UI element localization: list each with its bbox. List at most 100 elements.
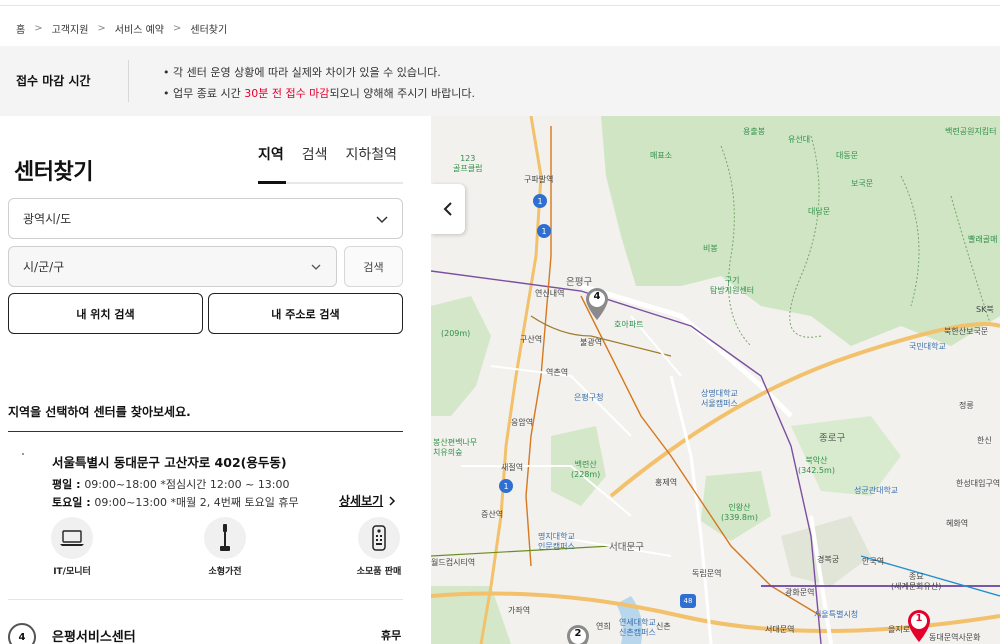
map-label: 경복궁 <box>817 555 840 564</box>
map-label: 호아파트 <box>614 320 644 329</box>
map-label: 은평구청 <box>574 393 604 402</box>
notice-line-1: • 각 센터 운영 상황에 따라 실제와 차이가 있을 수 있습니다. <box>163 64 441 80</box>
map-label: 보국문 <box>851 179 874 188</box>
map-label: 상명대학교 서울캠퍼스 <box>701 389 738 408</box>
chevron-right-icon <box>389 495 396 506</box>
map-label: 연신내역 <box>535 289 565 298</box>
my-location-search-button[interactable]: 내 위치 검색 <box>8 293 203 334</box>
map-pin-number: 2 <box>574 628 582 639</box>
service-small-appliance: 소형가전 <box>180 517 270 577</box>
map-label: 안국역 <box>862 557 885 566</box>
tab-active-indicator <box>258 181 286 184</box>
map-label: 종로구 <box>819 433 846 444</box>
my-address-search-button[interactable]: 내 주소로 검색 <box>208 293 403 334</box>
weekday-hours: 평일 : 09:00~18:00 *점심시간 12:00 ~ 13:00 <box>52 476 290 492</box>
service-label: IT/모니터 <box>53 567 91 577</box>
center-name[interactable]: 은평서비스센터 <box>52 626 136 644</box>
service-consumables: 소모품 판매 <box>334 517 424 577</box>
notice-text-2b: 되오니 양해해 주시기 바랍니다. <box>329 87 475 100</box>
map-label: 동대문역사문화 <box>929 633 981 642</box>
map-label: 연희 <box>596 622 611 631</box>
notice-label: 접수 마감 시간 <box>16 74 91 88</box>
map-pin-1[interactable]: 1 <box>906 609 932 643</box>
road-number-badge: 1 <box>537 224 551 238</box>
map-label: 광화문역 <box>785 588 815 597</box>
notice-text-2a: 업무 종료 시간 <box>173 87 245 100</box>
weekday-hours-value: 09:00~18:00 *점심시간 12:00 ~ 13:00 <box>84 478 290 491</box>
road-number-badge: 1 <box>499 479 513 493</box>
notice-divider <box>128 60 129 102</box>
page-title: 센터찾기 <box>14 160 93 185</box>
map-pin-4[interactable]: 4 <box>584 287 610 321</box>
map-label: 연세대학교 신촌캠퍼스 <box>619 618 656 637</box>
district-select-value: 시/군/구 <box>23 260 65 274</box>
bullet: • <box>163 66 170 79</box>
breadcrumb-service-reservation[interactable]: 서비스 예약 <box>115 21 164 36</box>
map-label: (209m) <box>441 329 471 338</box>
detail-view-link[interactable]: 상세보기 <box>339 492 396 509</box>
list-item-divider <box>8 599 403 600</box>
map-label: 정릉 <box>959 401 974 410</box>
map-label: 독립문역 <box>692 569 722 578</box>
center-marker-dot <box>22 453 24 455</box>
map-label: 명지대학교 인문캠퍼스 <box>538 532 575 551</box>
tab-region[interactable]: 지역 <box>258 144 284 164</box>
notice-text-1: 각 센터 운영 상황에 따라 실제와 차이가 있을 수 있습니다. <box>173 66 441 79</box>
center-number-badge: 4 <box>8 623 36 644</box>
map-label: 응암역 <box>511 418 534 427</box>
map-label: 서울특별시청 <box>814 610 859 619</box>
breadcrumb-center-finder[interactable]: 센터찾기 <box>190 21 227 36</box>
district-search-button[interactable]: 검색 <box>344 246 403 287</box>
list-top-divider <box>8 431 403 432</box>
map-label: 용출봉 <box>743 127 766 136</box>
collapse-panel-button[interactable] <box>431 184 465 234</box>
map-label: 대동문 <box>836 151 859 160</box>
tab-search[interactable]: 검색 <box>302 144 328 164</box>
region-hint-text: 지역을 선택하여 센터를 찾아보세요. <box>8 405 191 419</box>
map-label: 구기 탐방지원센터 <box>710 276 755 295</box>
map-label: 서대문구 <box>609 542 644 553</box>
breadcrumb-home[interactable]: 홈 <box>16 21 25 36</box>
breadcrumb-support[interactable]: 고객지원 <box>52 21 89 36</box>
saturday-hours-value: 09:00~13:00 *매월 2, 4번째 토요일 휴무 <box>94 496 299 509</box>
saturday-hours: 토요일 : 09:00~13:00 *매월 2, 4번째 토요일 휴무 <box>52 494 299 510</box>
map-pin-2[interactable]: 2 <box>565 624 591 644</box>
map-label: 가좌역 <box>508 606 531 615</box>
map-canvas[interactable] <box>431 116 1000 644</box>
bullet: • <box>163 87 170 100</box>
map-label: 비봉 <box>703 244 718 253</box>
notice-line-2: • 업무 종료 시간 30분 전 접수 마감되오니 양해해 주시기 바랍니다. <box>163 85 475 101</box>
map-label: 매표소 <box>650 151 673 160</box>
map-label: 유선대 <box>788 135 811 144</box>
region-select[interactable]: 광역시/도 <box>8 198 403 239</box>
map-label: 신촌 <box>656 622 671 631</box>
tab-subway[interactable]: 지하철역 <box>346 144 398 164</box>
notice-deadline-highlight: 30분 전 접수 마감 <box>244 87 330 100</box>
map-label: 대남문 <box>808 207 831 216</box>
district-select[interactable]: 시/군/구 <box>8 246 337 287</box>
map-label: 역촌역 <box>546 368 569 377</box>
map-label: 123 골프클럽 <box>453 154 483 173</box>
map-label: 종묘 (세계문화유산) <box>891 572 942 591</box>
map-label: 홍제역 <box>655 478 678 487</box>
map-label: 봉산편백나무 치유의숲 <box>433 438 478 457</box>
search-mode-tabs: 지역 검색 지하철역 <box>258 144 397 164</box>
chevron-right-icon: > <box>97 22 106 34</box>
map-label: 빨래골매 <box>968 235 998 244</box>
region-select-value: 광역시/도 <box>23 212 72 226</box>
map-label: 백련산 (228m) <box>571 460 601 479</box>
map-label: 은평구 <box>566 277 593 288</box>
map-label: SK북 <box>976 305 994 314</box>
map-label: 서대문역 <box>765 625 795 634</box>
map-label: 성균관대학교 <box>854 486 899 495</box>
map-label: 혜화역 <box>946 519 969 528</box>
road-number-badge: 1 <box>533 194 547 208</box>
service-label: 소형가전 <box>208 567 242 577</box>
weekday-label: 평일 : <box>52 478 85 491</box>
service-label: 소모품 판매 <box>356 567 402 577</box>
detail-view-label: 상세보기 <box>339 494 384 508</box>
map-label: 백련공원지킴터 <box>945 127 997 136</box>
road-number-badge: 48 <box>680 594 696 608</box>
map-label: 새절역 <box>501 463 524 472</box>
map-view[interactable]: 123 골프클럽 구파발역 은평구 연신내역 호아파트 불광역 구산역 역촌역 … <box>431 116 1000 644</box>
